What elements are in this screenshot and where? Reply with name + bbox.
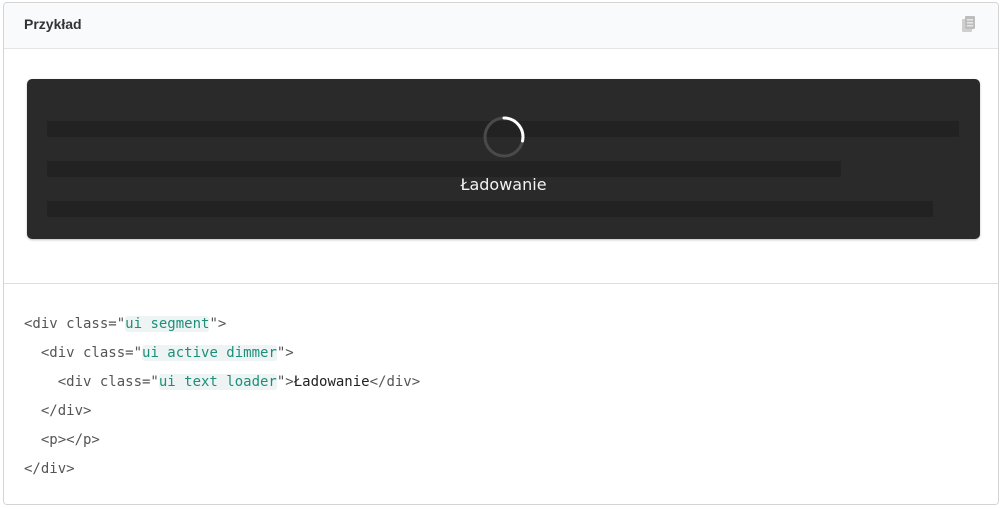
code-token: <div class=" xyxy=(24,316,126,332)
code-token: <p></p> xyxy=(24,432,100,448)
code-text: Ładowanie xyxy=(293,374,370,390)
code-token: "> xyxy=(276,374,294,390)
copy-icon[interactable] xyxy=(962,16,976,34)
code-token: <div class=" xyxy=(24,345,143,361)
placeholder-line xyxy=(47,201,933,217)
text-loader: Ładowanie xyxy=(27,115,980,194)
html-code-snippet[interactable]: <div class="ui segment"> <div class="ui … xyxy=(24,310,420,484)
example-title: Przykład xyxy=(24,16,82,32)
code-token: </div> xyxy=(24,403,92,419)
example-header: Przykład xyxy=(4,3,998,49)
loader-spinner-icon xyxy=(483,116,524,158)
code-attr-value: ui text loader xyxy=(158,374,277,390)
loader-label: Ładowanie xyxy=(460,175,547,194)
example-preview: Ładowanie xyxy=(4,49,998,284)
dimmed-segment: Ładowanie xyxy=(27,79,980,239)
code-token: </div> xyxy=(24,461,75,477)
code-token: "> xyxy=(209,316,227,332)
code-token: </div> xyxy=(369,374,421,390)
code-area: <div class="ui segment"> <div class="ui … xyxy=(4,284,998,504)
example-card: Przykład Ładowanie <div class="ui segmen… xyxy=(3,2,999,505)
code-attr-value: ui segment xyxy=(125,316,210,332)
code-token: <div class=" xyxy=(24,374,159,390)
code-attr-value: ui active dimmer xyxy=(142,345,277,361)
code-token: "> xyxy=(276,345,294,361)
